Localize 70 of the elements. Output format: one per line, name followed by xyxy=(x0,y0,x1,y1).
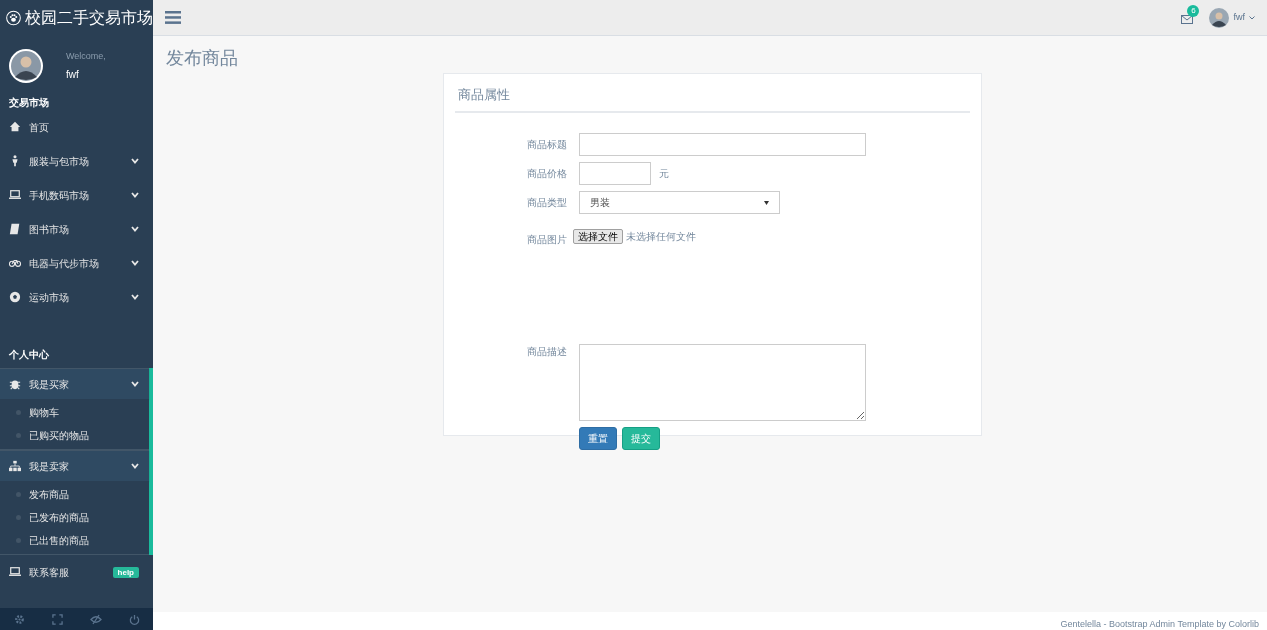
user-menu[interactable]: fwf xyxy=(1209,7,1255,28)
reset-button[interactable]: 重置 xyxy=(579,427,617,450)
price-input[interactable] xyxy=(579,162,651,185)
field-label: 商品描述 xyxy=(526,345,568,359)
chevron-down-icon xyxy=(131,294,139,300)
fullscreen-icon[interactable] xyxy=(51,613,63,625)
bug-icon xyxy=(9,378,21,390)
dot-icon xyxy=(16,492,21,497)
field-label: 商品标题 xyxy=(526,138,568,152)
sidebar-item[interactable]: 图书市场 xyxy=(0,212,153,246)
welcome-text: Welcome, xyxy=(66,49,106,63)
app-title: 校园二手交易市场 xyxy=(25,8,153,28)
sitemap-icon xyxy=(9,460,21,472)
type-select[interactable]: 男装 xyxy=(579,191,780,214)
ball-icon xyxy=(9,291,21,303)
sidebar-item[interactable]: 运动市场 xyxy=(0,280,153,314)
user-name: fwf xyxy=(1233,10,1245,24)
section-heading: 交易市场 xyxy=(9,95,49,110)
submenu-item[interactable]: 已发布的商品 xyxy=(29,510,89,525)
description-textarea[interactable] xyxy=(579,344,866,421)
file-status: 未选择任何文件 xyxy=(626,230,696,244)
sidebar-item[interactable]: 联系客服 help xyxy=(0,555,153,589)
submenu-item[interactable]: 已出售的商品 xyxy=(29,533,89,548)
sidebar-item[interactable]: 手机数码市场 xyxy=(0,178,153,212)
sidebar-item[interactable]: 我是卖家 xyxy=(0,450,149,481)
chevron-down-icon xyxy=(131,463,139,469)
choose-file-button[interactable]: 选择文件 xyxy=(573,229,623,244)
panel-title: 商品属性 xyxy=(458,87,510,102)
sidebar-item[interactable]: 服装与包市场 xyxy=(0,144,153,178)
sidebar-item[interactable]: 电器与代步市场 xyxy=(0,246,153,280)
power-icon[interactable] xyxy=(128,613,140,625)
sidebar-item[interactable]: 首页 xyxy=(0,110,153,144)
submenu-item[interactable]: 购物车 xyxy=(29,405,59,420)
field-label: 商品图片 xyxy=(526,233,568,247)
bicycle-icon xyxy=(9,257,21,269)
dot-icon xyxy=(16,538,21,543)
dot-icon xyxy=(16,410,21,415)
title-input[interactable] xyxy=(579,133,866,156)
laptop-icon xyxy=(9,189,21,201)
dot-icon xyxy=(16,433,21,438)
field-label: 商品价格 xyxy=(526,167,568,181)
eye-slash-icon[interactable] xyxy=(89,613,102,625)
chevron-down-icon xyxy=(131,226,139,232)
avatar-icon xyxy=(1209,7,1230,28)
section-heading: 个人中心 xyxy=(9,347,49,362)
caret-icon xyxy=(1249,15,1255,20)
notification-badge: 6 xyxy=(1187,5,1200,17)
sidebar-item[interactable]: 我是买家 xyxy=(0,368,149,399)
page-title: 发布商品 xyxy=(166,47,239,70)
help-badge: help xyxy=(112,566,139,578)
dropdown-arrow-icon xyxy=(764,200,769,205)
submenu-item[interactable]: 发布商品 xyxy=(29,487,69,502)
figure-icon xyxy=(9,155,21,167)
laptop-icon xyxy=(9,566,21,578)
settings-icon[interactable] xyxy=(13,613,25,625)
chevron-down-icon xyxy=(131,192,139,198)
unit-label: 元 xyxy=(659,167,669,181)
footer-credit: Gentelella - Bootstrap Admin Template by Colorlib xyxy=(1060,618,1259,630)
field-label: 商品类型 xyxy=(526,196,568,210)
chevron-down-icon xyxy=(131,260,139,266)
avatar-icon xyxy=(8,48,44,84)
menu-icon[interactable] xyxy=(165,11,181,24)
dot-icon xyxy=(16,515,21,520)
user-name: fwf xyxy=(66,68,80,83)
book-icon xyxy=(9,223,21,235)
chevron-down-icon xyxy=(131,158,139,164)
submenu-item[interactable]: 已购买的物品 xyxy=(29,428,89,443)
chevron-down-icon xyxy=(131,381,139,387)
home-icon xyxy=(9,121,21,133)
mail-icon[interactable] xyxy=(1181,15,1194,24)
